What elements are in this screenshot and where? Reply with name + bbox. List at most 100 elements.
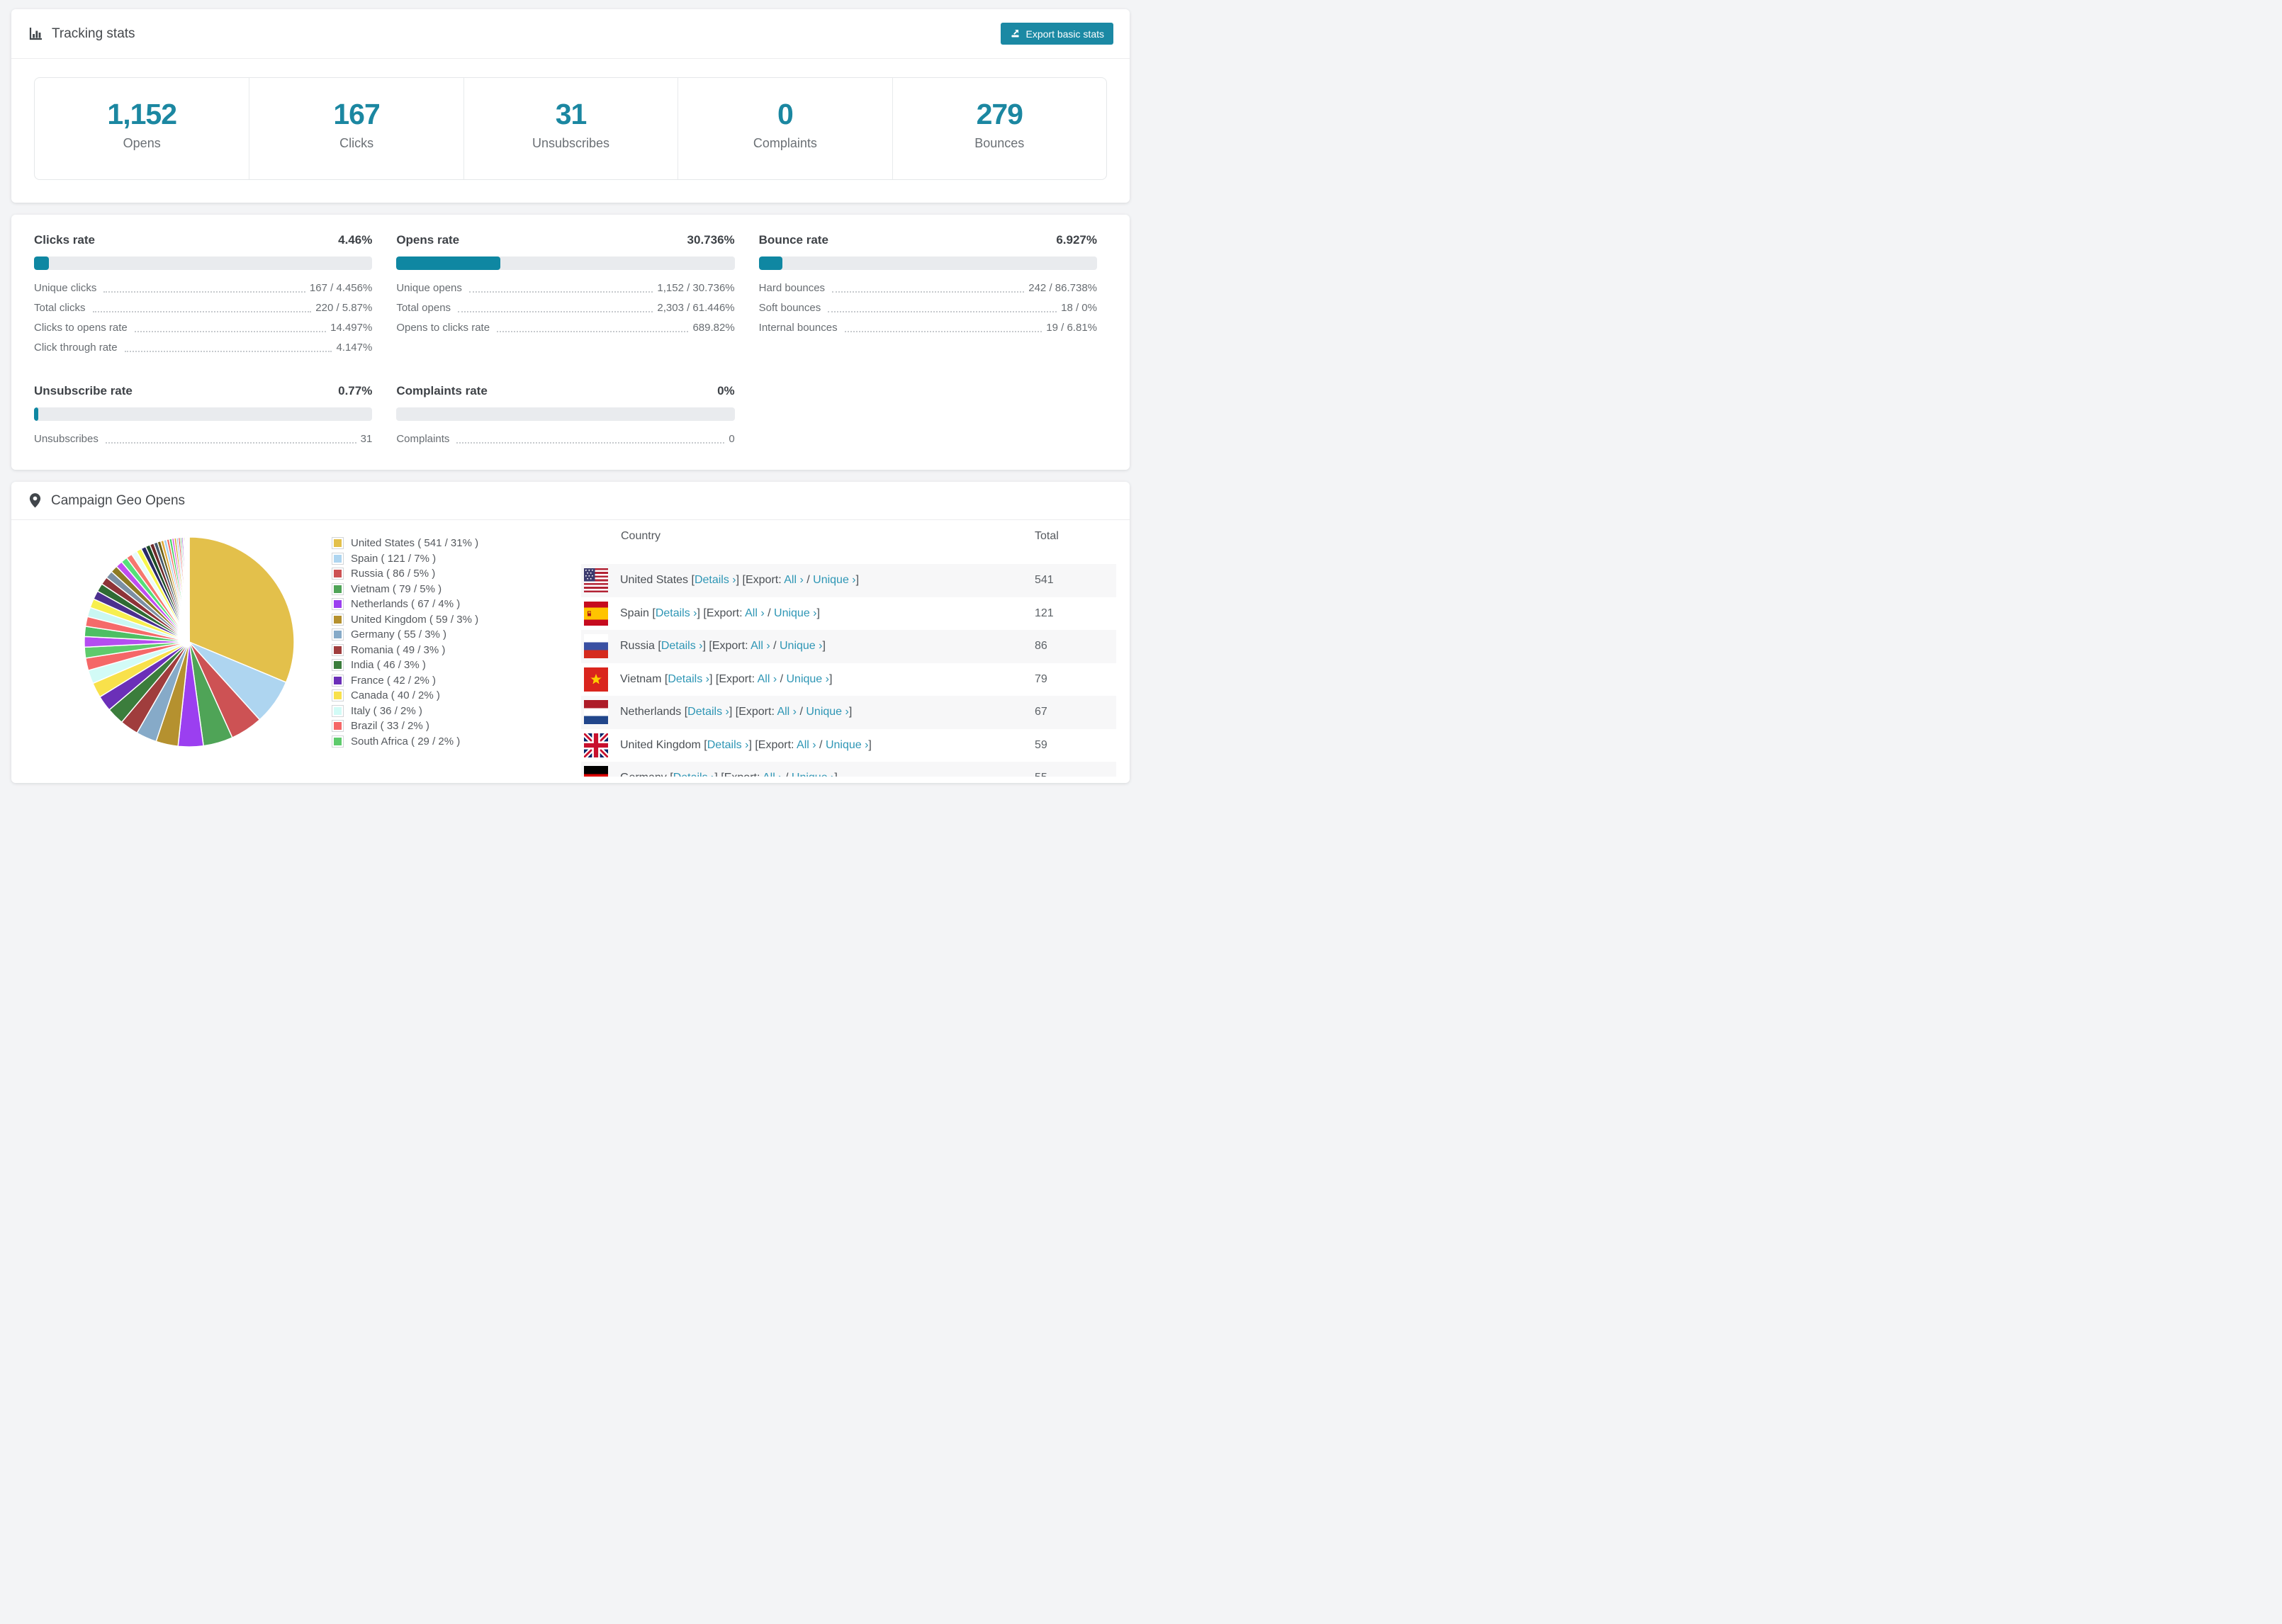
rate-stat-label: Clicks to opens rate xyxy=(34,322,128,334)
rate-stat-line: Unsubscribes 31 xyxy=(34,432,372,446)
geo-opens-pie-chart xyxy=(84,536,295,748)
export-unique-link[interactable]: Unique › xyxy=(780,640,822,652)
legend-swatch-fill xyxy=(334,722,342,731)
rate-stat-label: Internal bounces xyxy=(758,322,838,334)
rate-progress-fill xyxy=(758,256,782,270)
rate-stat-line: Internal bounces 19 / 6.81% xyxy=(759,321,1097,334)
export-all-link[interactable]: All › xyxy=(763,772,782,777)
rate-value: 30.736% xyxy=(687,233,735,247)
legend-swatch xyxy=(332,537,344,550)
dotted-leader xyxy=(468,291,653,293)
details-link[interactable]: Details › xyxy=(661,640,703,652)
dashboard-page: Tracking stats Export basic stats 1,152 O… xyxy=(0,0,1141,791)
total-cell: 86 xyxy=(1035,640,1047,653)
dotted-leader xyxy=(828,311,1057,312)
export-unique-link[interactable]: Unique › xyxy=(806,706,848,718)
export-all-link[interactable]: All › xyxy=(745,607,765,619)
summary-cell-opens: 1,152 Opens xyxy=(35,78,249,179)
legend-swatch-fill xyxy=(334,585,342,593)
dotted-leader xyxy=(497,331,689,332)
legend-item: Vietnam ( 79 / 5% ) xyxy=(332,582,478,597)
legend-swatch xyxy=(332,628,344,641)
rate-title-row: Opens rate 30.736% xyxy=(396,233,734,247)
rate-stat-line: Total clicks 220 / 5.87% xyxy=(34,301,372,315)
summary-cell-complaints: 0 Complaints xyxy=(678,78,892,179)
export-all-link[interactable]: All › xyxy=(758,673,777,685)
legend-swatch-fill xyxy=(334,600,342,609)
total-cell: 55 xyxy=(1035,772,1116,777)
rate-block-complaints-rate: Complaints rate 0% Complaints 0 xyxy=(396,384,735,446)
legend-item: United States ( 541 / 31% ) xyxy=(332,536,478,551)
rate-title: Opens rate xyxy=(396,233,460,247)
details-link[interactable]: Details › xyxy=(656,607,697,619)
legend-swatch xyxy=(332,643,344,656)
details-link[interactable]: Details › xyxy=(673,772,715,777)
summary-label: Bounces xyxy=(974,136,1025,150)
details-link[interactable]: Details › xyxy=(695,574,736,586)
country-cell: Vietnam [Details ›] [Export: All › / Uni… xyxy=(620,672,833,685)
export-unique-link[interactable]: Unique › xyxy=(774,607,816,619)
country-cell: Germany [Details ›] [Export: All › / Uni… xyxy=(620,772,1035,777)
es-flag-icon xyxy=(584,601,608,626)
rate-lines: Unique opens 1,152 / 30.736% Total opens 2,… xyxy=(396,281,734,334)
rate-stat-line: Hard bounces 242 / 86.738% xyxy=(759,281,1097,295)
ru-flag-icon xyxy=(584,634,608,659)
summary-cell-unsubscribes: 31 Unsubscribes xyxy=(463,78,678,179)
rate-stat-value: 14.497% xyxy=(330,322,373,334)
legend-swatch-fill xyxy=(334,554,342,563)
legend-swatch-fill xyxy=(334,737,342,745)
legend-item: Canada ( 40 / 2% ) xyxy=(332,688,478,704)
export-all-link[interactable]: All › xyxy=(784,574,804,586)
legend-swatch xyxy=(332,720,344,733)
rate-stat-label: Total clicks xyxy=(34,302,86,314)
export-basic-stats-button[interactable]: Export basic stats xyxy=(1000,23,1113,45)
legend-label: Russia ( 86 / 5% ) xyxy=(351,568,436,580)
details-link[interactable]: Details › xyxy=(687,706,729,718)
summary-label: Unsubscribes xyxy=(532,136,610,150)
details-link[interactable]: Details › xyxy=(707,739,749,751)
geo-section-title: Campaign Geo Opens xyxy=(51,492,186,508)
export-all-link[interactable]: All › xyxy=(751,640,770,652)
total-cell: 541 xyxy=(1035,574,1054,587)
rate-lines: Complaints 0 xyxy=(396,432,734,446)
dotted-leader xyxy=(134,331,327,332)
rate-progress-bar xyxy=(396,407,735,421)
country-cell: United States [Details ›] [Export: All ›… xyxy=(620,574,860,587)
country-cell: Netherlands [Details ›] [Export: All › /… xyxy=(620,706,853,718)
rate-progress-fill xyxy=(34,256,50,270)
legend-label: Spain ( 121 / 7% ) xyxy=(351,552,437,565)
rate-stat-line: Clicks to opens rate 14.497% xyxy=(34,321,372,334)
export-unique-link[interactable]: Unique › xyxy=(787,673,829,685)
export-all-link[interactable]: All › xyxy=(797,739,816,751)
details-link[interactable]: Details › xyxy=(668,673,709,685)
rate-progress-bar xyxy=(396,256,735,270)
rate-title: Bounce rate xyxy=(758,233,828,247)
column-header-total: Total xyxy=(1035,530,1059,542)
legend-label: Canada ( 40 / 2% ) xyxy=(351,689,440,702)
legend-swatch xyxy=(332,582,344,595)
legend-swatch-fill xyxy=(334,570,342,578)
rate-lines: Hard bounces 242 / 86.738% Soft bounces 18 … xyxy=(759,281,1097,334)
country-cell: Russia [Details ›] [Export: All › / Uniq… xyxy=(620,640,826,653)
country-name: Germany xyxy=(620,772,670,777)
country-name: Netherlands xyxy=(620,706,685,718)
legend-item: United Kingdom ( 59 / 3% ) xyxy=(332,612,478,628)
legend-item: Spain ( 121 / 7% ) xyxy=(332,551,478,567)
export-unique-link[interactable]: Unique › xyxy=(826,739,868,751)
legend-item: Russia ( 86 / 5% ) xyxy=(332,566,478,582)
legend-item: Netherlands ( 67 / 4% ) xyxy=(332,597,478,612)
legend-swatch-fill xyxy=(334,661,342,670)
rate-title: Complaints rate xyxy=(396,384,488,397)
geo-opens-card: Campaign Geo Opens United States ( 541 /… xyxy=(11,482,1130,783)
rate-stat-value: 220 / 5.87% xyxy=(315,302,373,314)
geo-table-row: Spain [Details ›] [Export: All › / Uniqu… xyxy=(581,597,1116,631)
rate-progress-bar xyxy=(34,407,373,421)
summary-value: 31 xyxy=(555,98,588,130)
legend-swatch xyxy=(332,613,344,626)
geo-table-row: Netherlands [Details ›] [Export: All › /… xyxy=(581,696,1116,729)
country-name: Spain xyxy=(620,607,653,619)
export-unique-link[interactable]: Unique › xyxy=(792,772,834,777)
export-all-link[interactable]: All › xyxy=(777,706,797,718)
rate-block-opens-rate: Opens rate 30.736% Unique opens 1,152 / 30.… xyxy=(396,233,735,354)
export-unique-link[interactable]: Unique › xyxy=(813,574,855,586)
